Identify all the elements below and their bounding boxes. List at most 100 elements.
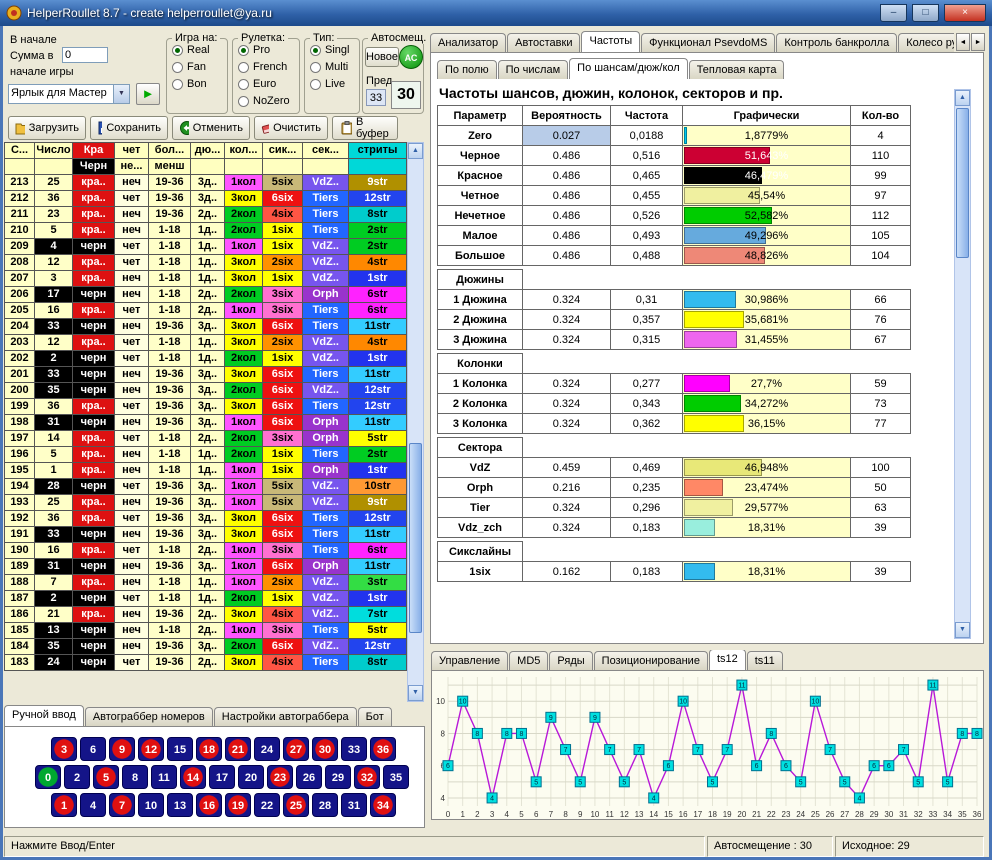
freq-row[interactable]: Нечетное0.4860,52652,582%112 — [438, 206, 911, 226]
clear-button[interactable]: Очистить — [254, 116, 328, 140]
number-button-33[interactable]: 33 — [341, 737, 367, 761]
chart-tab-5[interactable]: ts11 — [747, 651, 783, 670]
history-row[interactable]: 1872чернчет1-181д..2кол1sixVdZ..1str — [5, 591, 407, 607]
chart-tab-4[interactable]: ts12 — [709, 650, 746, 670]
history-row[interactable]: 19016кра..чет1-182д..1кол3sixTiers6str — [5, 543, 407, 559]
main-tab-5[interactable]: Колесо рулет — [898, 33, 954, 52]
main-tab-0[interactable]: Анализатор — [430, 33, 506, 52]
history-row[interactable]: 19831черннеч19-363д..1кол6sixOrph11str — [5, 415, 407, 431]
freq-row[interactable]: VdZ0.4590,46946,948%100 — [438, 458, 911, 478]
play-button[interactable]: ► — [136, 83, 160, 105]
number-button-21[interactable]: 21 — [225, 737, 251, 761]
history-row[interactable]: 2022чернчет1-181д..2кол1sixVdZ..1str — [5, 351, 407, 367]
number-button-17[interactable]: 17 — [209, 765, 235, 789]
maximize-button[interactable]: □ — [912, 4, 939, 22]
number-button-30[interactable]: 30 — [312, 737, 338, 761]
number-button-5[interactable]: 5 — [93, 765, 119, 789]
history-row[interactable]: 19428чернчет19-363д..1кол5sixVdZ..10str — [5, 479, 407, 495]
radio-live[interactable]: Live — [310, 78, 356, 90]
freq-row[interactable]: 2 Дюжина0.3240,35735,681%76 — [438, 310, 911, 330]
scroll-up-icon[interactable]: ▲ — [408, 143, 423, 159]
history-row[interactable]: 18931черннеч19-363д..1кол6sixOrph11str — [5, 559, 407, 575]
number-button-27[interactable]: 27 — [283, 737, 309, 761]
history-row[interactable]: 19236кра..чет19-363д..3кол6sixTiers12str — [5, 511, 407, 527]
scroll-down-icon[interactable]: ▼ — [408, 685, 423, 701]
radio-fan[interactable]: Fan — [172, 61, 224, 73]
history-row[interactable]: 20433черннеч19-363д..3кол6sixTiers11str — [5, 319, 407, 335]
number-button-6[interactable]: 6 — [80, 737, 106, 761]
history-row[interactable]: 19133черннеч19-363д..3кол6sixTiers11str — [5, 527, 407, 543]
input-tab-2[interactable]: Настройки автограббера — [214, 707, 357, 726]
number-button-36[interactable]: 36 — [370, 737, 396, 761]
scroll-down-icon[interactable]: ▼ — [955, 622, 970, 638]
freq-row[interactable]: Zero0.0270,01881,8779%4 — [438, 126, 911, 146]
main-tab-2[interactable]: Частоты — [581, 31, 640, 52]
number-button-32[interactable]: 32 — [354, 765, 380, 789]
history-row[interactable]: 20617черннеч1-182д..2кол3sixOrph6str — [5, 287, 407, 303]
history-row[interactable]: 1951кра..неч1-181д..1кол1sixOrph1str — [5, 463, 407, 479]
number-button-19[interactable]: 19 — [225, 793, 251, 817]
number-button-16[interactable]: 16 — [196, 793, 222, 817]
number-button-26[interactable]: 26 — [296, 765, 322, 789]
save-button[interactable]: Сохранить — [90, 116, 168, 140]
chart-tab-1[interactable]: MD5 — [509, 651, 548, 670]
start-sum-input[interactable] — [62, 47, 108, 63]
history-row[interactable]: 21325кра..неч19-363д..1кол5sixVdZ..9str — [5, 175, 407, 191]
new-button[interactable]: Новое — [365, 47, 399, 67]
freq-row[interactable]: 1 Дюжина0.3240,3130,986%66 — [438, 290, 911, 310]
freq-row[interactable]: 1 Колонка0.3240,27727,7%59 — [438, 374, 911, 394]
number-button-12[interactable]: 12 — [138, 737, 164, 761]
freq-row[interactable]: Малое0.4860,49349,296%105 — [438, 226, 911, 246]
history-row[interactable]: 2094чернчет1-181д..1кол1sixVdZ..2str — [5, 239, 407, 255]
number-button-22[interactable]: 22 — [254, 793, 280, 817]
ac-button[interactable]: АС — [399, 45, 423, 69]
number-button-0[interactable]: 0 — [35, 765, 61, 789]
freq-row[interactable]: Vdz_zch0.3240,18318,31%39 — [438, 518, 911, 538]
sub-tab-2[interactable]: По шансам/дюж/кол — [569, 58, 688, 79]
preset-combobox[interactable]: Ярлык для Мастер ▼ — [8, 84, 130, 104]
main-tab-1[interactable]: Автоставки — [507, 33, 580, 52]
history-row[interactable]: 20516кра..чет1-182д..1кол3sixTiers6str — [5, 303, 407, 319]
number-button-29[interactable]: 29 — [325, 765, 351, 789]
history-row[interactable]: 2105кра..неч1-181д..2кол1sixTiers2str — [5, 223, 407, 239]
radio-multi[interactable]: Multi — [310, 61, 356, 73]
number-button-34[interactable]: 34 — [370, 793, 396, 817]
close-button[interactable]: × — [944, 4, 986, 22]
history-row[interactable]: 19325кра..неч19-363д..1кол5sixVdZ..9str — [5, 495, 407, 511]
frequencies-scrollbar[interactable]: ▲ ▼ — [954, 89, 971, 639]
radio-pro[interactable]: Pro — [238, 44, 296, 56]
number-button-7[interactable]: 7 — [109, 793, 135, 817]
number-button-13[interactable]: 13 — [167, 793, 193, 817]
freq-row[interactable]: 1six0.1620,18318,31%39 — [438, 562, 911, 582]
radio-bon[interactable]: Bon — [172, 78, 224, 90]
tab-scroll-right-icon[interactable]: ► — [971, 33, 985, 51]
history-row[interactable]: 19936кра..чет19-363д..3кол6sixTiers12str — [5, 399, 407, 415]
history-row[interactable]: 18435черннеч19-363д..2кол6sixVdZ..12str — [5, 639, 407, 655]
history-row[interactable]: 18513черннеч1-182д..1кол3sixTiers5str — [5, 623, 407, 639]
scroll-up-icon[interactable]: ▲ — [955, 90, 970, 106]
freq-row[interactable]: 2 Колонка0.3240,34334,272%73 — [438, 394, 911, 414]
history-row[interactable]: 20812кра..чет1-181д..3кол2sixVdZ..4str — [5, 255, 407, 271]
number-button-1[interactable]: 1 — [51, 793, 77, 817]
number-button-23[interactable]: 23 — [267, 765, 293, 789]
radio-french[interactable]: French — [238, 61, 296, 73]
scrollbar-thumb[interactable] — [409, 443, 422, 633]
radio-euro[interactable]: Euro — [238, 78, 296, 90]
load-button[interactable]: Загрузить — [8, 116, 86, 140]
number-button-10[interactable]: 10 — [138, 793, 164, 817]
number-button-28[interactable]: 28 — [312, 793, 338, 817]
input-tab-1[interactable]: Автограббер номеров — [85, 707, 213, 726]
history-row[interactable]: 1965кра..неч1-181д..2кол1sixTiers2str — [5, 447, 407, 463]
number-button-15[interactable]: 15 — [167, 737, 193, 761]
chart-tab-0[interactable]: Управление — [431, 651, 508, 670]
freq-row[interactable]: 3 Колонка0.3240,36236,15%77 — [438, 414, 911, 434]
sub-tab-3[interactable]: Тепловая карта — [689, 60, 785, 79]
sub-tab-1[interactable]: По числам — [498, 60, 569, 79]
number-button-18[interactable]: 18 — [196, 737, 222, 761]
scrollbar-thumb[interactable] — [956, 108, 969, 258]
freq-row[interactable]: Orph0.2160,23523,474%50 — [438, 478, 911, 498]
history-row[interactable]: 21123кра..неч19-362д..2кол4sixTiers8str — [5, 207, 407, 223]
main-tab-4[interactable]: Контроль банкролла — [776, 33, 897, 52]
number-button-2[interactable]: 2 — [64, 765, 90, 789]
input-tab-3[interactable]: Бот — [358, 707, 392, 726]
